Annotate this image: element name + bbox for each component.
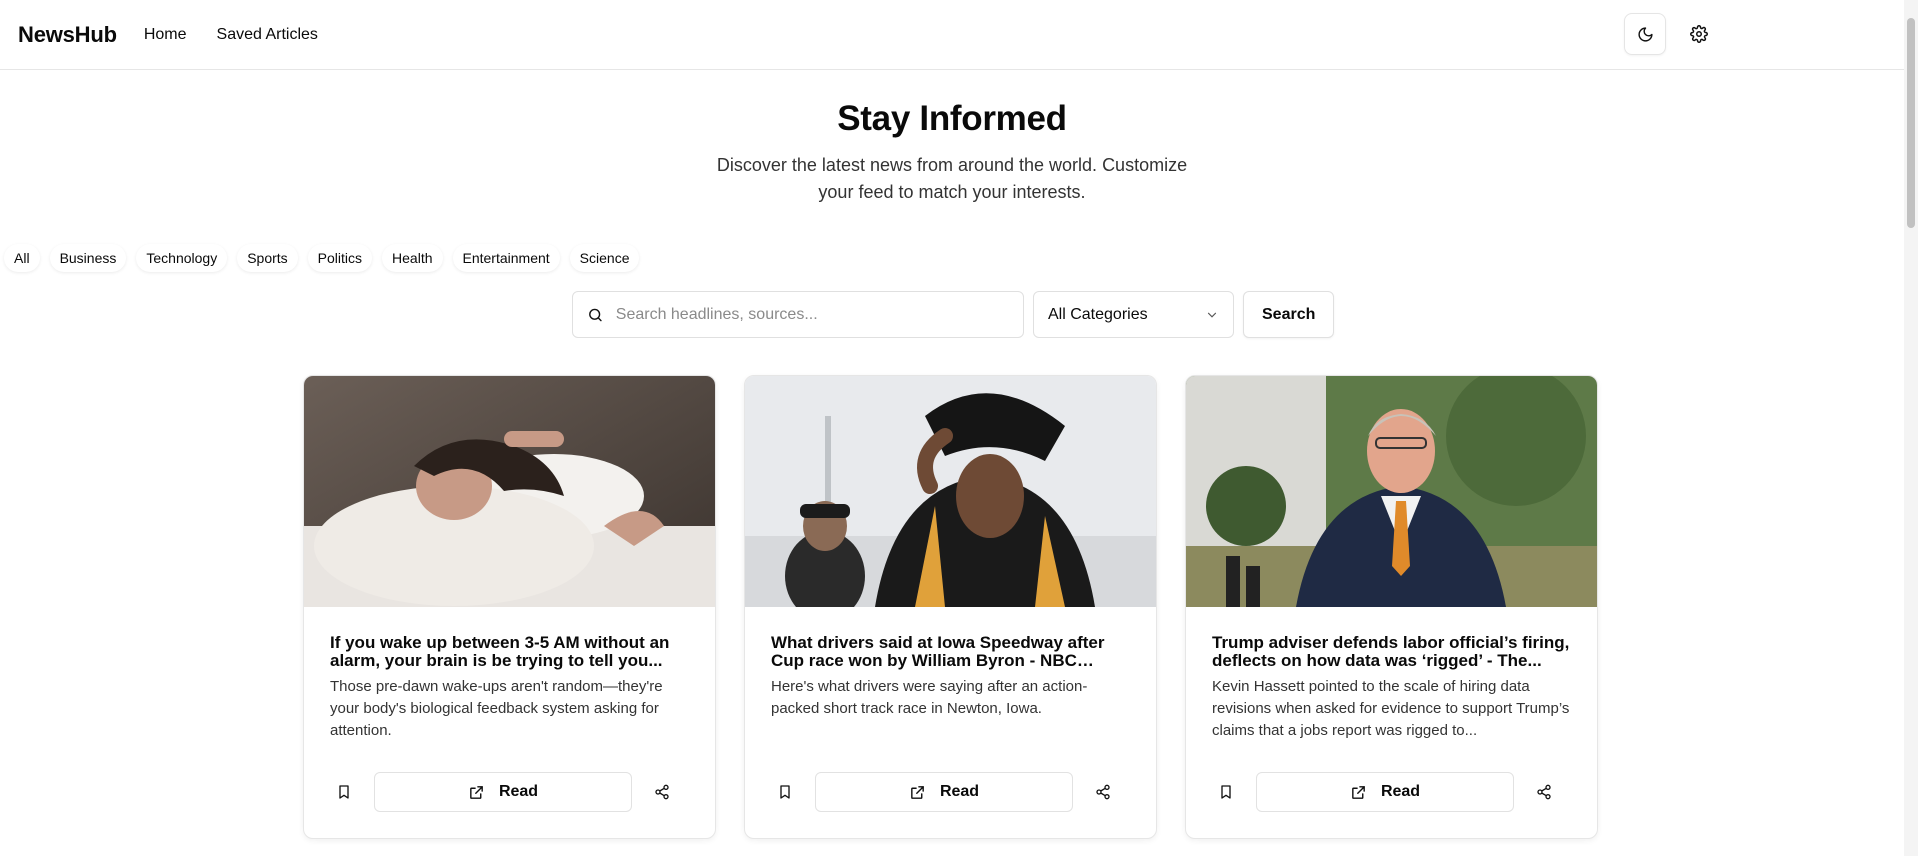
share-icon	[1096, 784, 1110, 800]
article-description: Kevin Hassett pointed to the scale of hi…	[1212, 678, 1570, 739]
hero-section: Stay Informed Discover the latest news f…	[0, 96, 1904, 206]
header-actions	[1624, 13, 1720, 55]
read-button-label: Read	[498, 783, 539, 800]
article-body: If you wake up between 3-5 AM without an…	[304, 607, 715, 742]
category-chip-technology[interactable]: Technology	[136, 244, 228, 272]
external-link-icon	[911, 785, 924, 799]
external-link-icon	[1352, 785, 1365, 799]
gear-icon	[1690, 25, 1708, 43]
article-card: What drivers said at Iowa Speedway after…	[744, 375, 1157, 839]
search-button[interactable]: Search	[1243, 291, 1335, 338]
read-button-label: Read	[1380, 783, 1421, 800]
category-chip-science[interactable]: Science	[569, 244, 640, 272]
article-actions: Read	[769, 772, 1119, 812]
category-chip-entertainment[interactable]: Entertainment	[452, 244, 560, 272]
article-image[interactable]	[304, 376, 715, 607]
bookmark-icon	[339, 785, 349, 799]
page-scrollbar[interactable]	[1904, 0, 1918, 856]
article-card: Trump adviser defends labor official’s f…	[1185, 375, 1598, 839]
external-link-icon	[470, 785, 483, 799]
article-actions: Read	[328, 772, 678, 812]
article-description: Here's what drivers were saying after an…	[771, 678, 1088, 717]
bookmark-icon	[780, 785, 790, 799]
share-button[interactable]	[1087, 776, 1119, 808]
search-icon	[589, 308, 602, 321]
article-grid: If you wake up between 3-5 AM without an…	[303, 375, 1598, 839]
article-image[interactable]	[1186, 376, 1597, 607]
bookmark-icon	[1221, 785, 1231, 799]
scrollbar-thumb[interactable]	[1907, 18, 1915, 228]
page-subtitle: Discover the latest news from around the…	[716, 155, 1188, 202]
category-chip-health[interactable]: Health	[382, 244, 443, 272]
read-button-label: Read	[939, 783, 980, 800]
theme-toggle-button[interactable]	[1624, 13, 1666, 55]
moon-icon	[1637, 26, 1653, 42]
read-button[interactable]: Read	[815, 772, 1073, 812]
article-body: Trump adviser defends labor official’s f…	[1186, 607, 1597, 742]
chevron-down-icon	[1207, 312, 1217, 318]
nav-home[interactable]: Home	[144, 26, 187, 44]
read-button[interactable]: Read	[1256, 772, 1514, 812]
share-icon	[1537, 784, 1551, 800]
nav-saved-articles[interactable]: Saved Articles	[217, 26, 318, 44]
category-chip-politics[interactable]: Politics	[307, 244, 373, 272]
top-nav-bar: NewsHub Home Saved Articles	[0, 0, 1904, 70]
search-row: All Categories Search	[572, 291, 1335, 338]
page: NewsHub Home Saved Articles Stay Informe…	[0, 0, 1918, 856]
share-button[interactable]	[646, 776, 678, 808]
category-chip-sports[interactable]: Sports	[237, 244, 298, 272]
race-driver-image	[745, 376, 1156, 607]
category-filter-bar: All Business Technology Sports Politics …	[4, 244, 640, 272]
read-button[interactable]: Read	[374, 772, 632, 812]
settings-button[interactable]	[1678, 13, 1720, 55]
share-button[interactable]	[1528, 776, 1560, 808]
bookmark-button[interactable]	[328, 776, 360, 808]
woman-in-bed-image	[304, 376, 715, 607]
article-title[interactable]: Trump adviser defends labor official’s f…	[1212, 634, 1571, 670]
article-card: If you wake up between 3-5 AM without an…	[303, 375, 716, 839]
man-in-suit-image	[1186, 376, 1597, 607]
brand-logo[interactable]: NewsHub	[18, 22, 117, 48]
bookmark-button[interactable]	[1210, 776, 1242, 808]
article-title[interactable]: What drivers said at Iowa Speedway after…	[771, 634, 1130, 670]
share-icon	[655, 784, 669, 800]
page-title: Stay Informed	[837, 99, 1067, 138]
search-box	[572, 291, 1024, 338]
category-select[interactable]: All Categories	[1033, 291, 1234, 338]
article-actions: Read	[1210, 772, 1560, 812]
category-chip-business[interactable]: Business	[49, 244, 127, 272]
article-body: What drivers said at Iowa Speedway after…	[745, 607, 1156, 720]
article-title[interactable]: If you wake up between 3-5 AM without an…	[330, 634, 689, 670]
article-description: Those pre-dawn wake-ups aren't random—th…	[330, 678, 663, 739]
category-chip-all[interactable]: All	[4, 244, 40, 272]
bookmark-button[interactable]	[769, 776, 801, 808]
article-image[interactable]	[745, 376, 1156, 607]
main-nav: Home Saved Articles	[144, 26, 318, 44]
category-select-value: All Categories	[1048, 305, 1148, 323]
search-input[interactable]	[615, 305, 1009, 324]
